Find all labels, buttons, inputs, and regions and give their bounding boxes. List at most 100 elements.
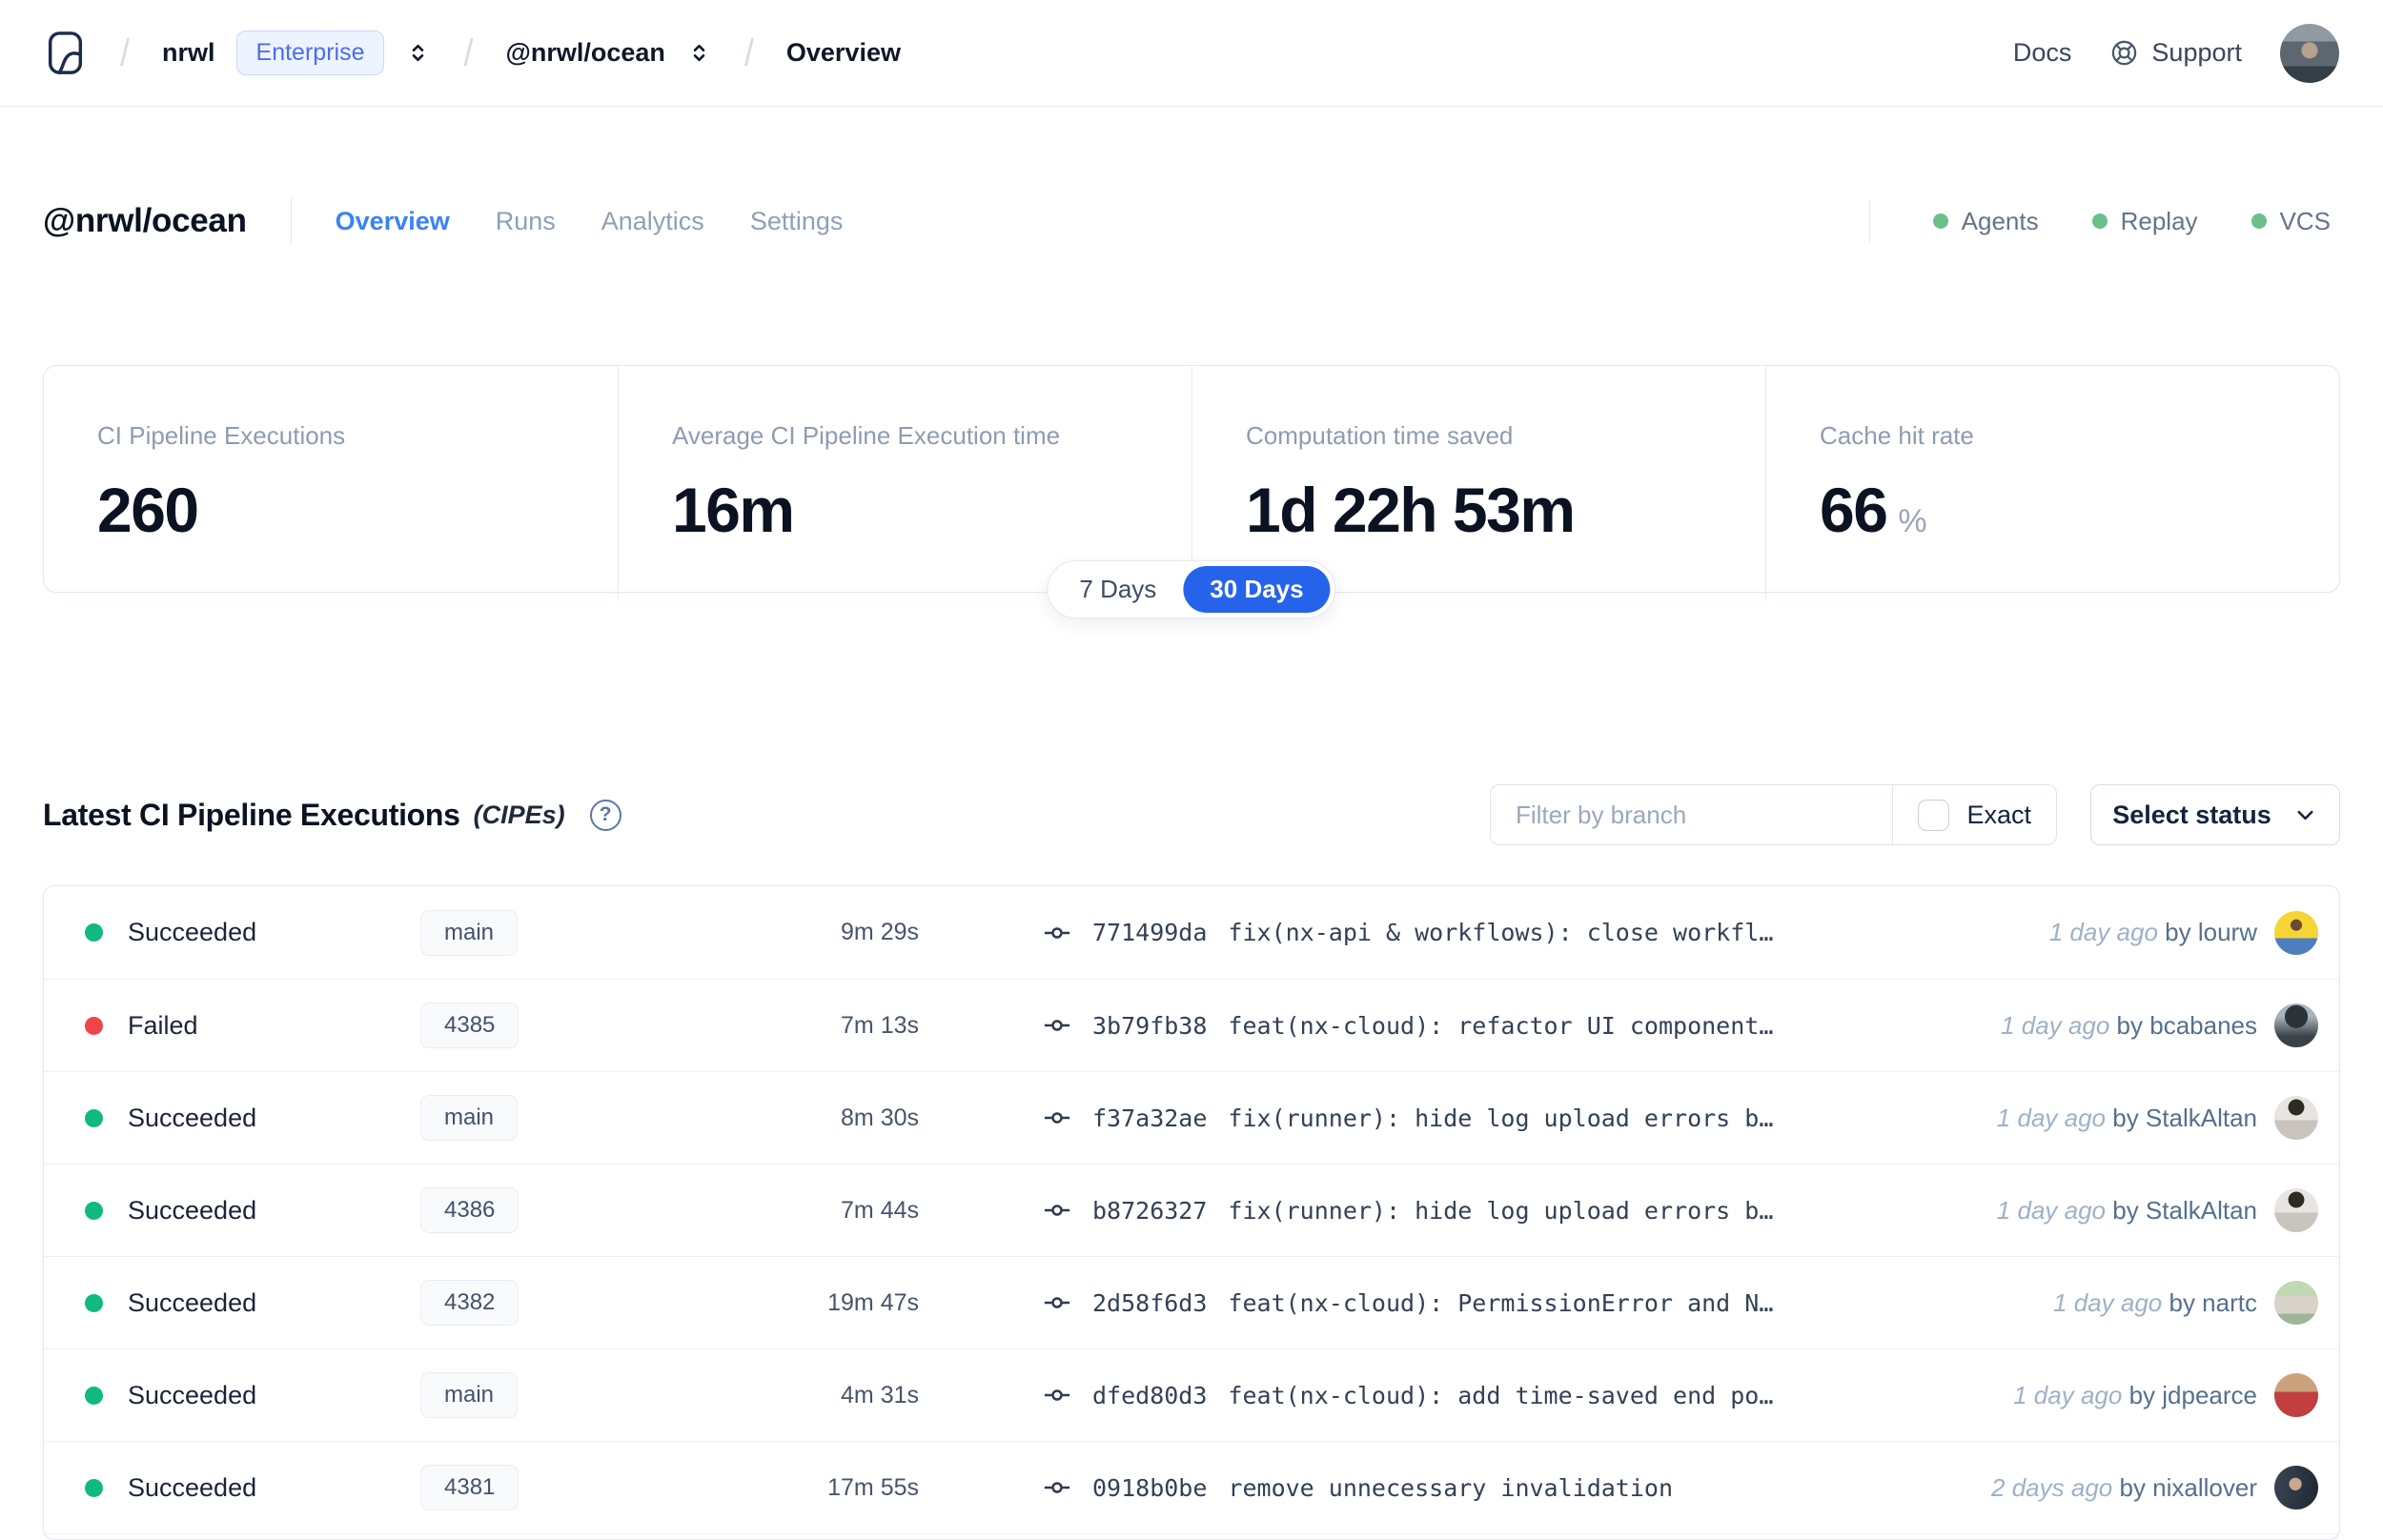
user-avatar[interactable] — [2280, 23, 2339, 83]
toggle-7-days[interactable]: 7 Days — [1052, 566, 1183, 613]
avatar[interactable] — [2274, 1188, 2318, 1232]
avatar[interactable] — [2274, 910, 2318, 955]
lifebuoy-icon — [2109, 38, 2139, 68]
green-dot-icon — [2091, 213, 2108, 229]
stat-label: Cache hit rate — [1820, 421, 1974, 450]
workspace-tabs: Overview Runs Analytics Settings — [336, 207, 844, 236]
tab-runs[interactable]: Runs — [496, 207, 556, 236]
avatar[interactable] — [2274, 1096, 2318, 1140]
page-title: @nrwl/ocean — [43, 202, 247, 239]
git-commit-icon — [1043, 1196, 1071, 1225]
status-vcs[interactable]: VCS — [2251, 207, 2331, 236]
cipe-row[interactable]: Succeeded 4386 7m 44s b8726327 fix(runne… — [44, 1164, 2339, 1256]
commit-message: remove unnecessary invalidation — [1228, 1473, 1674, 1502]
branch-badge[interactable]: 4386 — [420, 1187, 519, 1233]
commit-message: fix(runner): hide log upload errors b… — [1228, 1104, 1774, 1132]
nx-cloud-logo[interactable] — [44, 30, 88, 76]
tab-settings[interactable]: Settings — [750, 207, 844, 236]
green-dot-icon — [2251, 213, 2267, 229]
duration: 19m 47s — [827, 1288, 919, 1316]
toggle-30-days[interactable]: 30 Days — [1183, 566, 1331, 613]
green-dot-icon — [1932, 213, 1948, 229]
help-icon[interactable]: ? — [589, 799, 621, 831]
author: by bcabanes — [2116, 1010, 2257, 1040]
avatar[interactable] — [2274, 1281, 2318, 1325]
commit-message: feat(nx-cloud): add time-saved end po… — [1228, 1381, 1774, 1409]
commit-hash: 3b79fb38 — [1092, 1011, 1208, 1040]
support-link[interactable]: Support — [2109, 38, 2242, 68]
exact-label[interactable]: Exact — [1966, 800, 2031, 830]
time-ago: 1 day ago — [1996, 1195, 2107, 1225]
docs-link[interactable]: Docs — [2013, 38, 2072, 68]
cipe-row[interactable]: Succeeded 4381 17m 55s 0918b0be remove u… — [44, 1441, 2339, 1533]
stat-value: 1d 22h 53m — [1246, 475, 1576, 545]
author: by nartc — [2169, 1287, 2258, 1317]
stat-cache-hit-rate: Cache hit rate 66 % — [1765, 366, 2339, 601]
author: by StalkAltan — [2112, 1103, 2257, 1132]
chevron-down-icon — [2292, 802, 2318, 828]
time-ago: 2 days ago — [1991, 1472, 2113, 1502]
tab-overview[interactable]: Overview — [336, 207, 450, 236]
status-label: VCS — [2279, 206, 2331, 235]
git-commit-icon — [1043, 1381, 1071, 1409]
status-label: Agents — [1961, 206, 2039, 235]
section-subtitle: (CIPEs) — [473, 800, 565, 829]
divider — [290, 198, 292, 244]
status-replay[interactable]: Replay — [2091, 207, 2198, 236]
cipe-row[interactable]: Succeeded main 4m 31s dfed80d3 feat(nx-c… — [44, 1348, 2339, 1441]
status-label: Failed — [128, 1010, 198, 1040]
branch-filter-input[interactable] — [1491, 800, 1893, 830]
stat-value: 66 — [1820, 475, 1888, 545]
branch-badge[interactable]: 4385 — [420, 1003, 519, 1048]
cipe-row[interactable]: Failed 4385 7m 13s 3b79fb38 feat(nx-clou… — [44, 979, 2339, 1071]
top-navbar: / nrwl Enterprise / @nrwl/ocean / Overvi… — [0, 0, 2383, 107]
author: by nixallover — [2119, 1472, 2257, 1502]
duration: 7m 44s — [841, 1196, 919, 1224]
cipe-row-partial — [44, 1533, 2339, 1539]
commit-message: fix(runner): hide log upload errors b… — [1228, 1196, 1774, 1225]
exact-checkbox[interactable] — [1918, 799, 1950, 831]
commit-message: feat(nx-cloud): refactor UI component… — [1228, 1011, 1774, 1040]
duration: 7m 13s — [841, 1011, 919, 1039]
branch-badge[interactable]: main — [420, 1372, 519, 1418]
status-agents[interactable]: Agents — [1932, 206, 2039, 236]
breadcrumb-workspace-selector[interactable]: @nrwl/ocean — [506, 38, 712, 68]
commit-hash: 771499da — [1092, 919, 1208, 946]
git-commit-icon — [1043, 1011, 1071, 1040]
breadcrumb-page: Overview — [785, 38, 901, 67]
git-commit-icon — [1043, 1104, 1071, 1132]
avatar[interactable] — [2274, 1466, 2318, 1510]
stat-label: Computation time saved — [1246, 421, 1514, 450]
tab-analytics[interactable]: Analytics — [601, 207, 704, 236]
stat-label: Average CI Pipeline Execution time — [672, 421, 1061, 450]
git-commit-icon — [1043, 1473, 1071, 1502]
status-label: Succeeded — [128, 918, 257, 946]
avatar[interactable] — [2274, 1003, 2318, 1047]
time-ago: 1 day ago — [1996, 1103, 2107, 1132]
duration: 9m 29s — [841, 919, 919, 945]
select-status-dropdown[interactable]: Select status — [2090, 784, 2340, 845]
git-commit-icon — [1043, 1288, 1071, 1317]
cipe-row[interactable]: Succeeded 4382 19m 47s 2d58f6d3 feat(nx-… — [44, 1256, 2339, 1348]
chevron-updown-icon — [686, 40, 712, 66]
avatar[interactable] — [2274, 1373, 2318, 1417]
workspace-header: @nrwl/ocean Overview Runs Analytics Sett… — [43, 194, 2340, 248]
branch-badge[interactable]: main — [420, 909, 519, 956]
commit-hash: dfed80d3 — [1092, 1381, 1208, 1409]
status-dot — [85, 923, 103, 942]
stat-ci-pipeline-executions: CI Pipeline Executions 260 — [44, 366, 618, 601]
cipe-row[interactable]: Succeeded main 8m 30s f37a32ae fix(runne… — [44, 1071, 2339, 1164]
divider — [1868, 200, 1870, 242]
support-label: Support — [2151, 38, 2242, 67]
cipe-row[interactable]: Succeeded main 9m 29s 771499da fix(nx-ap… — [44, 886, 2339, 979]
branch-badge[interactable]: 4381 — [420, 1465, 519, 1510]
author: by lourw — [2165, 918, 2257, 946]
cipe-section-header: Latest CI Pipeline Executions (CIPEs) ? … — [43, 783, 2340, 846]
breadcrumb-org-selector[interactable]: nrwl Enterprise — [162, 30, 431, 75]
branch-badge[interactable]: 4382 — [420, 1280, 519, 1326]
duration: 4m 31s — [841, 1381, 919, 1408]
chevron-updown-icon — [405, 40, 431, 66]
status-dot — [85, 1478, 103, 1497]
branch-badge[interactable]: main — [420, 1095, 519, 1141]
duration: 17m 55s — [827, 1473, 919, 1501]
